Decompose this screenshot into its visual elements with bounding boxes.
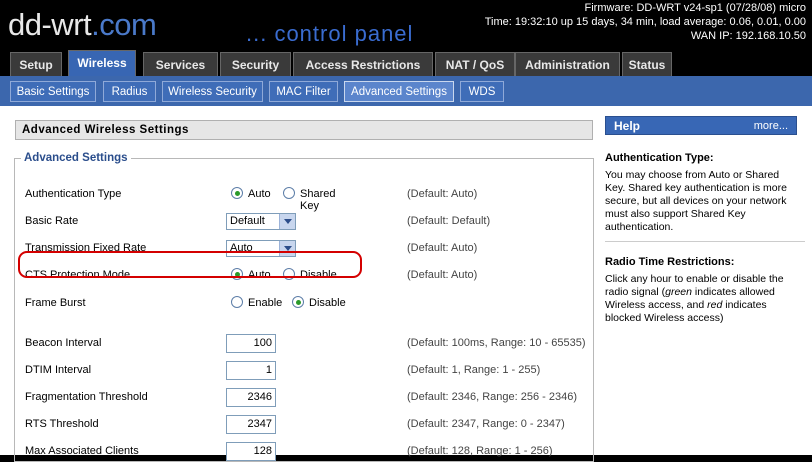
control-panel-title: ... control panel bbox=[246, 21, 414, 46]
frame-burst-enable-radio[interactable] bbox=[231, 296, 243, 308]
subtabs-bar: Basic Settings Radius Wireless Security … bbox=[0, 76, 812, 106]
auth-type-auto-radio[interactable] bbox=[231, 187, 243, 199]
router-status: Firmware: DD-WRT v24-sp1 (07/28/08) micr… bbox=[485, 1, 806, 43]
beacon-row: Beacon Interval 100 (Default: 100ms, Ran… bbox=[15, 334, 595, 354]
frame-burst-row: Frame Burst Enable Disable bbox=[15, 294, 595, 314]
frame-burst-label: Frame Burst bbox=[25, 297, 86, 309]
help-header: Help more... bbox=[605, 116, 797, 135]
uptime-info: Time: 19:32:10 up 15 days, 34 min, load … bbox=[484, 16, 806, 28]
tab-status[interactable]: Status bbox=[622, 52, 672, 76]
basic-rate-select[interactable]: Default bbox=[226, 213, 296, 230]
dtim-label: DTIM Interval bbox=[25, 364, 92, 376]
dtim-default: (Default: 1, Range: 1 - 255) bbox=[407, 364, 541, 376]
tab-security[interactable]: Security bbox=[220, 52, 291, 76]
auth-type-label: Authentication Type bbox=[25, 188, 122, 200]
help-radio-title: Radio Time Restrictions: bbox=[605, 256, 735, 268]
basic-rate-label: Basic Rate bbox=[25, 215, 79, 227]
page-title: Advanced Wireless Settings bbox=[15, 120, 593, 140]
rts-row: RTS Threshold 2347 (Default: 2347, Range… bbox=[15, 415, 595, 435]
tab-administration[interactable]: Administration bbox=[515, 52, 620, 76]
basic-rate-default: (Default: Default) bbox=[407, 215, 491, 227]
firmware-info: Firmware: DD-WRT v24-sp1 (07/28/08) micr… bbox=[584, 2, 806, 14]
dtim-input[interactable]: 1 bbox=[226, 361, 276, 380]
rts-default: (Default: 2347, Range: 0 - 2347) bbox=[407, 418, 565, 430]
subtab-basic-settings[interactable]: Basic Settings bbox=[10, 81, 96, 102]
help-auth-body: You may choose from Auto or Shared Key. … bbox=[605, 169, 787, 233]
content-area: Advanced Wireless Settings Advanced Sett… bbox=[0, 106, 812, 462]
frag-row: Fragmentation Threshold 2346 (Default: 2… bbox=[15, 388, 595, 408]
main-panel: Advanced Wireless Settings Advanced Sett… bbox=[10, 112, 597, 462]
frame-burst-disable-label: Disable bbox=[309, 297, 346, 309]
subtab-wireless-security[interactable]: Wireless Security bbox=[162, 81, 263, 102]
chevron-down-icon[interactable] bbox=[279, 214, 295, 229]
max-clients-label: Max Associated Clients bbox=[25, 445, 139, 457]
auth-type-auto-label: Auto bbox=[248, 188, 271, 200]
auth-type-shared-label: Shared Key bbox=[300, 188, 336, 212]
help-title: Help bbox=[614, 119, 641, 133]
tab-services[interactable]: Services bbox=[143, 52, 218, 76]
frag-input[interactable]: 2346 bbox=[226, 388, 276, 407]
subtab-mac-filter[interactable]: MAC Filter bbox=[269, 81, 338, 102]
basic-rate-row: Basic Rate Default (Default: Default) bbox=[15, 212, 595, 232]
beacon-label: Beacon Interval bbox=[25, 337, 102, 349]
wan-ip-info: WAN IP: 192.168.10.50 bbox=[690, 30, 806, 42]
help-radio-body: Click any hour to enable or disable the … bbox=[605, 273, 784, 324]
help-auth-title: Authentication Type: bbox=[605, 152, 714, 164]
ddwrt-logo: dd-wrt.com bbox=[8, 7, 157, 42]
cts-default: (Default: Auto) bbox=[407, 269, 478, 281]
tab-wireless[interactable]: Wireless bbox=[68, 50, 136, 76]
help-more-link[interactable]: more... bbox=[754, 117, 788, 136]
tab-nat-qos[interactable]: NAT / QoS bbox=[435, 52, 515, 76]
dtim-row: DTIM Interval 1 (Default: 1, Range: 1 - … bbox=[15, 361, 595, 381]
rts-input[interactable]: 2347 bbox=[226, 415, 276, 434]
tab-access-restrictions[interactable]: Access Restrictions bbox=[293, 52, 433, 76]
frame-burst-disable-radio[interactable] bbox=[292, 296, 304, 308]
frag-default: (Default: 2346, Range: 256 - 2346) bbox=[407, 391, 578, 403]
auth-type-row: Authentication Type Auto Shared Key (Def… bbox=[15, 185, 595, 212]
subtab-advanced-settings[interactable]: Advanced Settings bbox=[344, 81, 454, 102]
basic-rate-value: Default bbox=[230, 215, 265, 227]
advanced-settings-fieldset: Advanced Settings Authentication Type Au… bbox=[14, 152, 594, 462]
tx-rate-default: (Default: Auto) bbox=[407, 242, 478, 254]
subtab-wds[interactable]: WDS bbox=[460, 81, 504, 102]
rts-label: RTS Threshold bbox=[25, 418, 99, 430]
auth-type-shared-radio[interactable] bbox=[283, 187, 295, 199]
fieldset-legend: Advanced Settings bbox=[24, 152, 128, 164]
help-divider bbox=[605, 241, 805, 242]
frame-burst-enable-label: Enable bbox=[248, 297, 283, 309]
max-clients-input[interactable]: 128 bbox=[226, 442, 276, 461]
help-panel: Help more... Authentication Type: You ma… bbox=[605, 114, 805, 455]
max-clients-row: Max Associated Clients 128 (Default: 128… bbox=[15, 442, 595, 462]
max-clients-default: (Default: 128, Range: 1 - 256) bbox=[407, 445, 553, 457]
auth-type-default: (Default: Auto) bbox=[407, 188, 478, 200]
frag-label: Fragmentation Threshold bbox=[25, 391, 148, 403]
beacon-default: (Default: 100ms, Range: 10 - 65535) bbox=[407, 337, 586, 349]
subtab-radius[interactable]: Radius bbox=[103, 81, 156, 102]
header: dd-wrt.com ... control panel Firmware: D… bbox=[0, 0, 812, 52]
tab-setup[interactable]: Setup bbox=[10, 52, 62, 76]
beacon-input[interactable]: 100 bbox=[226, 334, 276, 353]
cts-highlight-annotation bbox=[18, 251, 362, 278]
